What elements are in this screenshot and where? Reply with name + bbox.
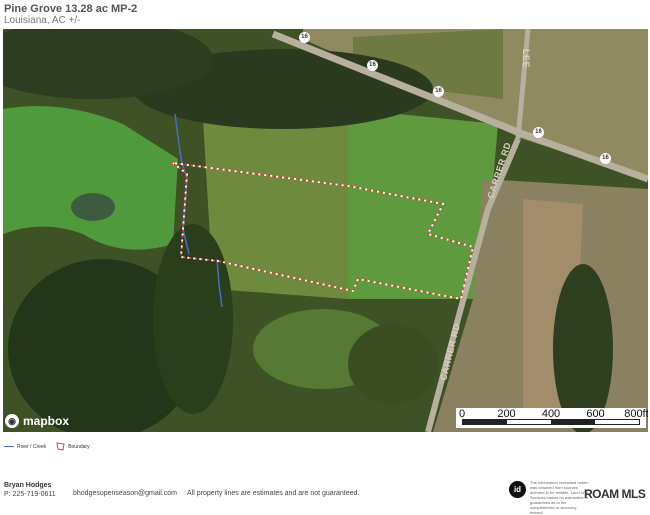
boundary-polygon-icon — [56, 442, 65, 451]
map-view[interactable]: CARRER RD CARRER RD LEE 16 16 16 16 16 ◉… — [3, 29, 648, 432]
map-legend: River / Creek Boundary — [4, 442, 90, 451]
highway-shield: 16 — [299, 32, 310, 43]
road-label-lee: LEE — [521, 49, 531, 68]
agent-name: Bryan Hodges — [4, 482, 52, 489]
page-subtitle: Louisiana, AC +/- — [4, 15, 81, 26]
roam-mls-logo: ROAM MLS — [584, 487, 646, 501]
header: Pine Grove 13.28 ac MP-2 Louisiana, AC +… — [4, 3, 137, 27]
highway-shield: 16 — [367, 60, 378, 71]
highway-shield: 16 — [433, 86, 444, 97]
highway-shield: 16 — [533, 127, 544, 138]
agent-info: Bryan Hodges P: 225-719-0611 — [4, 481, 56, 499]
agent-email: bhodgesopenseason@gmail.com — [73, 490, 178, 497]
scale-bar-graphic — [462, 419, 640, 425]
scale-bar: 0 200 400 600 800ft — [456, 408, 648, 428]
satellite-imagery: CARRER RD CARRER RD LEE — [3, 29, 648, 432]
agent-phone: P: 225-719-0611 — [4, 491, 56, 498]
fine-print: The information contained herein was obt… — [530, 480, 589, 515]
creek-line-icon — [4, 446, 14, 447]
land-id-logo-icon: id — [509, 481, 526, 498]
legend-item-boundary: Boundary — [56, 442, 90, 451]
highway-shield: 16 — [600, 153, 611, 164]
mapbox-logo-icon: ◉ — [5, 414, 19, 428]
page-title: Pine Grove 13.28 ac MP-2 — [4, 3, 138, 15]
legend-item-creek: River / Creek — [4, 444, 46, 450]
mapbox-attribution[interactable]: ◉ mapbox — [5, 414, 69, 428]
disclaimer: All property lines are estimates and are… — [187, 490, 360, 497]
